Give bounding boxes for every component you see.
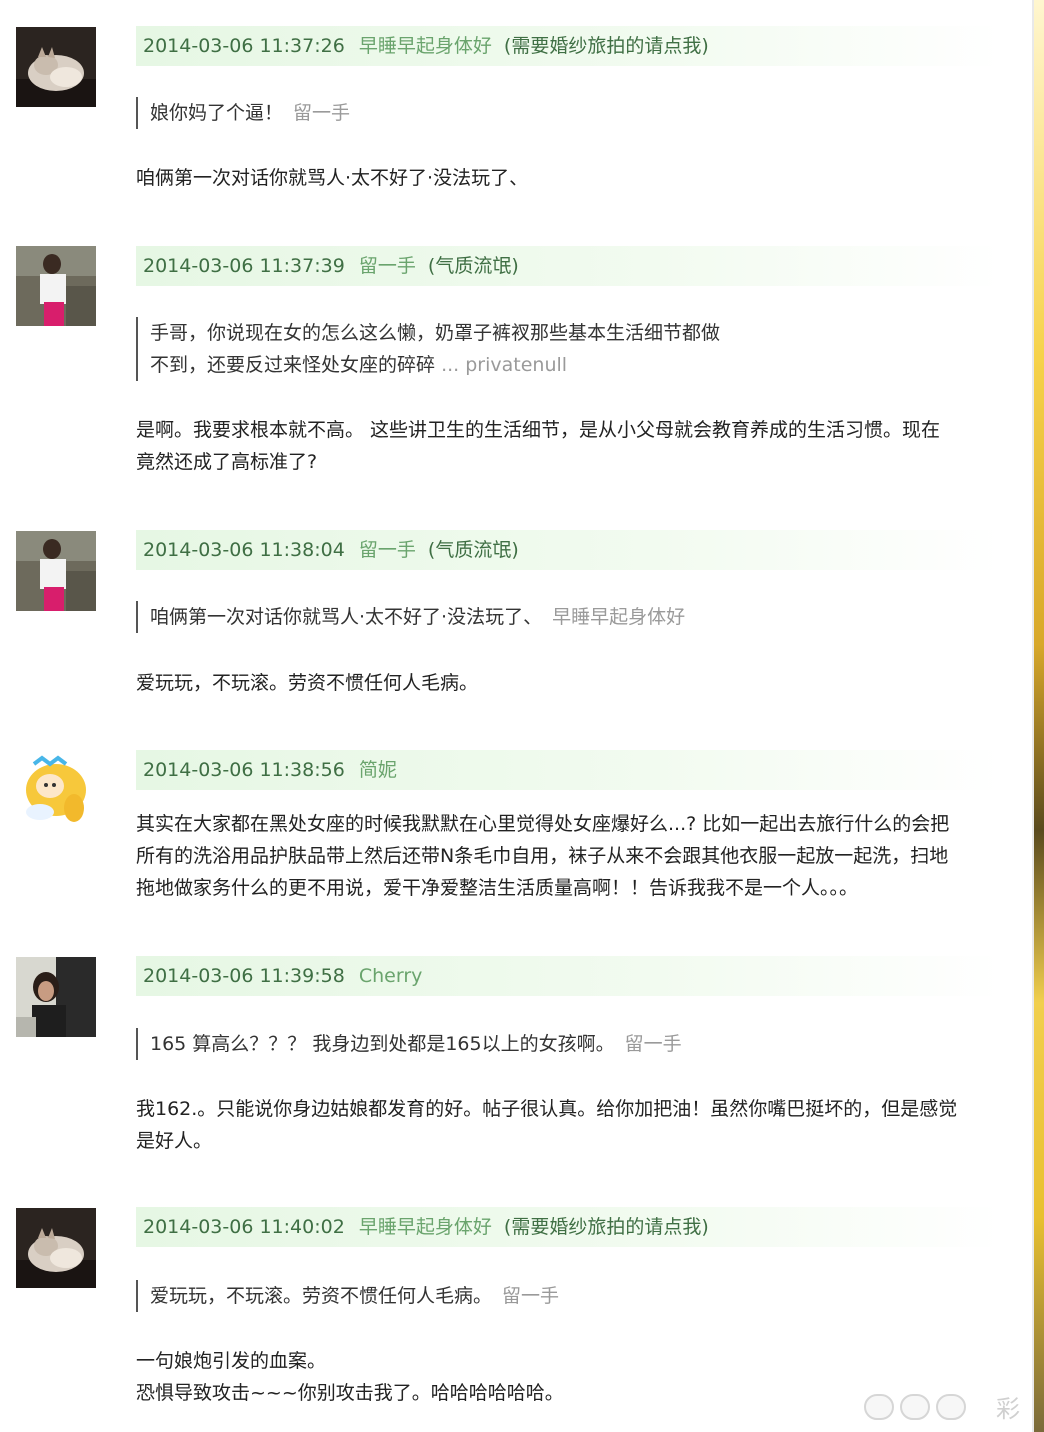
comment-header: 2014-03-06 11:38:56 简妮: [136, 750, 1000, 790]
avatar-cat[interactable]: [16, 27, 96, 107]
comment-line: 爱玩玩，不玩滚。劳资不惯任何人毛病。: [136, 672, 479, 694]
edge-image-strip: [1034, 0, 1044, 1432]
comment-user-note: (气质流氓): [427, 255, 519, 277]
comment-line: 竟然还成了高标准了?: [136, 451, 318, 473]
comment-username-link[interactable]: 早睡早起身体好: [359, 1216, 492, 1238]
avatar-person-photo[interactable]: [16, 531, 96, 611]
avatar-person-photo[interactable]: [16, 246, 96, 326]
comment-header: 2014-03-06 11:40:02 早睡早起身体好 (需要婚纱旅拍的请点我): [136, 1207, 1000, 1247]
comment-line: 其实在大家都在黑处女座的时候我默默在心里觉得处女座爆好么...? 比如一起出去旅…: [136, 813, 950, 835]
comment-username-link[interactable]: 简妮: [359, 759, 397, 781]
comment-timestamp: 2014-03-06 11:40:02: [143, 1216, 345, 1238]
quote-line: 手哥，你说现在女的怎么这么懒，奶罩子裤衩那些基本生活细节都做: [150, 322, 721, 344]
quoted-reply: 165 算高么？？？ 我身边到处都是165以上的女孩啊。 留一手: [136, 1028, 910, 1060]
quoted-reply: 娘你妈了个逼！ 留一手: [136, 97, 910, 129]
quoted-reply: 咱俩第一次对话你就骂人·太不好了·没法玩了、 早睡早起身体好: [136, 601, 910, 633]
comment-header: 2014-03-06 11:37:26 早睡早起身体好 (需要婚纱旅拍的请点我): [136, 26, 1000, 66]
comment-header: 2014-03-06 11:39:58 Cherry: [136, 956, 1000, 996]
avatar-cartoon-girl[interactable]: [16, 750, 96, 830]
comment-body: 咱俩第一次对话你就骂人·太不好了·没法玩了、: [136, 162, 1006, 194]
comment-line: 我162.。只能说你身边姑娘都发育的好。帖子很认真。给你加把油！虽然你嘴巴挺坏的…: [136, 1098, 958, 1120]
comment-line: 咱俩第一次对话你就骂人·太不好了·没法玩了、: [136, 167, 529, 189]
quoted-reply: 爱玩玩，不玩滚。劳资不惯任何人毛病。 留一手: [136, 1280, 910, 1312]
comment-line: 是好人。: [136, 1130, 213, 1152]
comment-line: 一句娘炮引发的血案。: [136, 1350, 327, 1372]
watermark-shape: [936, 1394, 966, 1420]
comment-body: 是啊。我要求根本就不高。 这些讲卫生的生活细节，是从小父母就会教育养成的生活习惯…: [136, 414, 1006, 478]
quote-author[interactable]: 留一手: [293, 102, 350, 124]
comment-timestamp: 2014-03-06 11:38:56: [143, 759, 345, 781]
quote-line: 不到，还要反过来怪处女座的碎碎 ... privatenull: [150, 349, 910, 381]
comment-username-link[interactable]: Cherry: [359, 965, 423, 987]
quote-more-link[interactable]: ... privatenull: [441, 354, 567, 376]
quote-author[interactable]: 留一手: [502, 1285, 559, 1307]
comment-body: 其实在大家都在黑处女座的时候我默默在心里觉得处女座爆好么...? 比如一起出去旅…: [136, 808, 1006, 904]
comment-username-link[interactable]: 留一手: [359, 539, 416, 561]
avatar-woman-photo[interactable]: [16, 957, 96, 1037]
comment-header: 2014-03-06 11:37:39 留一手 (气质流氓): [136, 246, 1000, 286]
comment-page: 2014-03-06 11:37:26 早睡早起身体好 (需要婚纱旅拍的请点我)…: [0, 0, 1044, 1432]
comment-timestamp: 2014-03-06 11:39:58: [143, 965, 345, 987]
quote-text: 咱俩第一次对话你就骂人·太不好了·没法玩了、: [150, 606, 543, 628]
quote-author[interactable]: 早睡早起身体好: [552, 606, 685, 628]
watermark-logo: [824, 1394, 984, 1420]
comment-timestamp: 2014-03-06 11:37:39: [143, 255, 345, 277]
comment-body: 我162.。只能说你身边姑娘都发育的好。帖子很认真。给你加把油！虽然你嘴巴挺坏的…: [136, 1093, 1006, 1157]
quote-text: 爱玩玩，不玩滚。劳资不惯任何人毛病。: [150, 1285, 493, 1307]
quoted-reply: 手哥，你说现在女的怎么这么懒，奶罩子裤衩那些基本生活细节都做 不到，还要反过来怪…: [136, 317, 910, 381]
quote-text: 不到，还要反过来怪处女座的碎碎: [150, 354, 436, 376]
comment-line: 拖地做家务什么的更不用说，爱干净爱整洁生活质量高啊！！告诉我我不是一个人。。。: [136, 877, 859, 899]
comment-username-link[interactable]: 留一手: [359, 255, 416, 277]
comment-timestamp: 2014-03-06 11:37:26: [143, 35, 345, 57]
comment-user-note: (气质流氓): [427, 539, 519, 561]
quote-text: 165 算高么？？？ 我身边到处都是165以上的女孩啊。: [150, 1033, 615, 1055]
comment-timestamp: 2014-03-06 11:38:04: [143, 539, 345, 561]
avatar-cat[interactable]: [16, 1208, 96, 1288]
quote-author[interactable]: 留一手: [625, 1033, 682, 1055]
watermark-shape: [900, 1394, 930, 1420]
comment-line: 是啊。我要求根本就不高。 这些讲卫生的生活细节，是从小父母就会教育养成的生活习惯…: [136, 419, 941, 441]
comment-username-link[interactable]: 早睡早起身体好: [359, 35, 492, 57]
watermark-text: 彩: [996, 1395, 1022, 1423]
comment-header: 2014-03-06 11:38:04 留一手 (气质流氓): [136, 530, 1000, 570]
comment-user-note: (需要婚纱旅拍的请点我): [503, 1216, 709, 1238]
comment-body: 爱玩玩，不玩滚。劳资不惯任何人毛病。: [136, 667, 1006, 699]
quote-text: 娘你妈了个逼！: [150, 102, 284, 124]
watermark-shape: [864, 1394, 894, 1420]
comment-user-note: (需要婚纱旅拍的请点我): [503, 35, 709, 57]
comment-line: 所有的洗浴用品护肤品带上然后还带N条毛巾自用，袜子从来不会跟其他衣服一起放一起洗…: [136, 845, 949, 867]
